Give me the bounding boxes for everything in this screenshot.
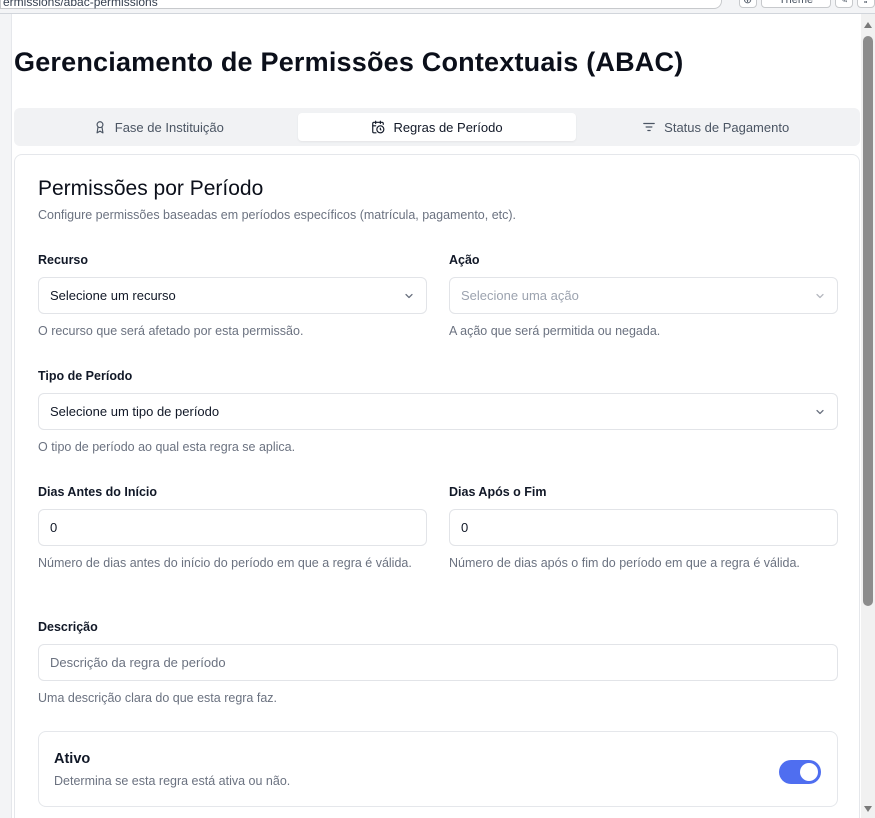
page-scrollbar[interactable] bbox=[861, 14, 875, 818]
days-after-input[interactable]: 0 bbox=[449, 509, 838, 546]
description-placeholder: Descrição da regra de período bbox=[50, 655, 226, 670]
tab-label: Status de Pagamento bbox=[664, 119, 790, 135]
tab-label: Fase de Instituição bbox=[114, 119, 224, 135]
period-type-select[interactable]: Selecione um tipo de período bbox=[38, 393, 838, 430]
action-helper: A ação que será permitida ou negada. bbox=[449, 324, 661, 338]
description-input[interactable]: Descrição da regra de período bbox=[38, 644, 838, 681]
days-after-helper: Número de dias após o fim do período em … bbox=[449, 556, 800, 570]
tab-fase-instituicao[interactable]: Fase de Instituição bbox=[19, 113, 298, 141]
chevron-down-icon bbox=[405, 293, 413, 298]
tab-regras-periodo[interactable]: Regras de Período bbox=[297, 113, 577, 141]
period-type-select-value: Selecione um tipo de período bbox=[50, 404, 220, 419]
scroll-down-arrow-icon[interactable] bbox=[864, 806, 872, 812]
days-before-label: Dias Antes do Início bbox=[38, 485, 158, 499]
switch-knob bbox=[800, 763, 818, 781]
chevron-down-icon bbox=[816, 293, 824, 298]
active-toggle-panel: Ativo Determina se esta regra está ativa… bbox=[38, 731, 838, 807]
card-title: Permissões por Período bbox=[38, 177, 264, 200]
active-switch[interactable] bbox=[779, 760, 821, 784]
share-icon[interactable]: ⇪ bbox=[857, 0, 875, 8]
days-after-label: Dias Após o Fim bbox=[449, 485, 547, 499]
page-title: Gerenciamento de Permissões Contextuais … bbox=[14, 47, 684, 77]
award-icon bbox=[96, 121, 104, 134]
active-title: Ativo bbox=[54, 751, 91, 767]
resource-label: Recurso bbox=[38, 253, 89, 267]
tab-status-pagamento[interactable]: Status de Pagamento bbox=[576, 113, 855, 141]
period-rules-card: Permissões por Período Configure permiss… bbox=[14, 154, 860, 818]
description-helper: Uma descrição clara do que esta regra fa… bbox=[38, 691, 278, 705]
description-label: Descrição bbox=[38, 620, 98, 634]
chevron-down-icon bbox=[816, 409, 824, 414]
edit-icon[interactable]: ✎ bbox=[835, 0, 853, 8]
filter-lines-icon bbox=[643, 122, 655, 132]
days-before-value: 0 bbox=[50, 520, 58, 535]
days-before-helper: Número de dias antes do início do períod… bbox=[38, 556, 412, 570]
calendar-clock-icon bbox=[372, 120, 385, 134]
resource-helper: O recurso que será afetado por esta perm… bbox=[38, 324, 304, 338]
days-after-value: 0 bbox=[461, 520, 469, 535]
active-description: Determina se esta regra está ativa ou nã… bbox=[54, 774, 291, 788]
card-description: Configure permissões baseadas em período… bbox=[38, 208, 517, 222]
address-bar[interactable]: ermissions/abac-permissions bbox=[0, 0, 722, 9]
sidebar-edge bbox=[0, 14, 12, 818]
days-before-input[interactable]: 0 bbox=[38, 509, 427, 546]
tab-label: Regras de Período bbox=[393, 119, 503, 135]
tab-list: Fase de Instituição Regras de Período St… bbox=[14, 108, 860, 146]
action-select-placeholder: Selecione uma ação bbox=[461, 288, 579, 303]
scroll-thumb[interactable] bbox=[863, 36, 873, 606]
theme-button[interactable]: Theme bbox=[761, 0, 831, 8]
period-type-label: Tipo de Período bbox=[38, 369, 133, 383]
action-select[interactable]: Selecione uma ação bbox=[449, 277, 838, 314]
period-type-helper: O tipo de período ao qual esta regra se … bbox=[38, 440, 296, 454]
browser-actions: ⊕ Theme ✎ ⇪ bbox=[739, 0, 875, 8]
browser-toolbar: ermissions/abac-permissions ⊕ Theme ✎ ⇪ bbox=[0, 0, 875, 14]
resource-select-value: Selecione um recurso bbox=[50, 288, 176, 303]
scroll-up-arrow-icon[interactable] bbox=[864, 22, 872, 28]
resource-select[interactable]: Selecione um recurso bbox=[38, 277, 427, 314]
action-label: Ação bbox=[449, 253, 480, 267]
extension-icon[interactable]: ⊕ bbox=[739, 0, 757, 8]
